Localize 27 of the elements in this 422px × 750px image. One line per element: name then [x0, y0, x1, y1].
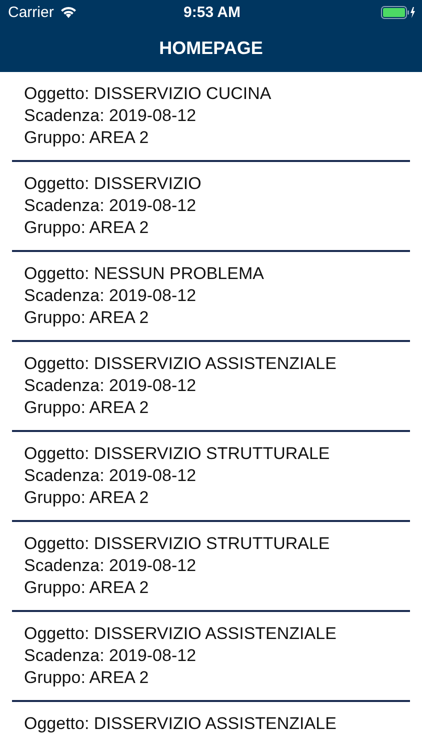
wifi-icon [60, 6, 77, 18]
due-date-text: Scadenza: 2019-08-12 [24, 375, 196, 397]
subject-text: Oggetto: DISSERVIZIO STRUTTURALE [24, 443, 330, 465]
battery-icon [381, 6, 416, 18]
subject-text: Oggetto: NESSUN PROBLEMA [24, 263, 264, 285]
group-text: Gruppo: AREA 2 [24, 307, 149, 329]
page-title: HOMEPAGE [159, 38, 263, 58]
subject-text: Oggetto: DISSERVIZIO ASSISTENZIALE [24, 713, 336, 735]
subject-text: Oggetto: DISSERVIZIO ASSISTENZIALE [24, 353, 336, 375]
group-text: Gruppo: AREA 2 [24, 577, 149, 599]
group-text: Gruppo: AREA 2 [24, 487, 149, 509]
status-time: 9:53 AM [184, 4, 240, 20]
group-text: Gruppo: AREA 2 [24, 397, 149, 419]
group-text: Gruppo: AREA 2 [24, 127, 149, 149]
due-date-text: Scadenza: 2019-08-12 [24, 645, 196, 667]
carrier-label: Carrier [8, 4, 54, 20]
subject-text: Oggetto: DISSERVIZIO STRUTTURALE [24, 533, 330, 555]
due-date-text: Scadenza: 2019-08-12 [24, 555, 196, 577]
due-date-text: Scadenza: 2019-08-12 [24, 195, 196, 217]
subject-text: Oggetto: DISSERVIZIO CUCINA [24, 83, 272, 105]
group-text: Gruppo: AREA 2 [24, 667, 149, 689]
group-text: Gruppo: AREA 2 [24, 217, 149, 239]
due-date-text: Scadenza: 2019-08-12 [24, 105, 196, 127]
subject-text: Oggetto: DISSERVIZIO ASSISTENZIALE [24, 623, 336, 645]
subject-text: Oggetto: DISSERVIZIO [24, 173, 202, 195]
due-date-text: Scadenza: 2019-08-12 [24, 285, 196, 307]
due-date-text: Scadenza: 2019-08-12 [24, 465, 196, 487]
